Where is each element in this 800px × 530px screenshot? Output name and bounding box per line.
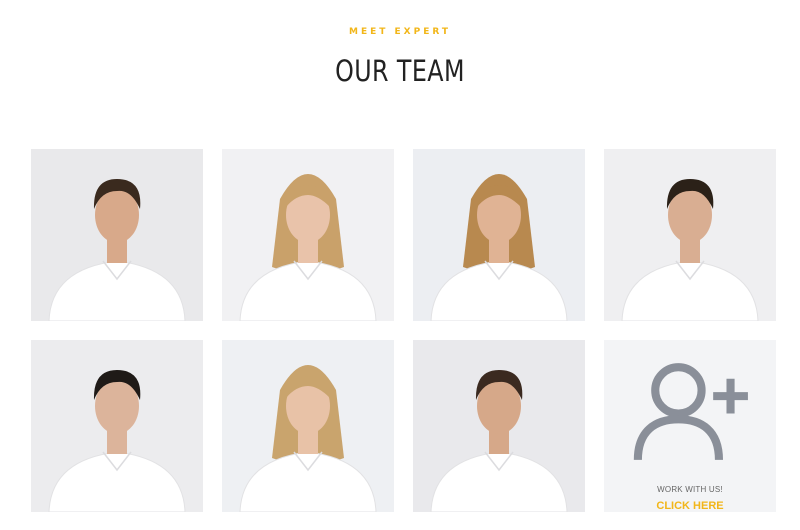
team-member-card-1[interactable]	[31, 149, 203, 321]
blonde-woman-photo	[222, 149, 394, 321]
work-with-us-card[interactable]: WORK WITH US! CLICK HERE	[604, 340, 776, 512]
man-white-shirt-photo	[413, 340, 585, 512]
bearded-man-photo	[31, 149, 203, 321]
pierced-man-photo	[31, 340, 203, 512]
wavy-hair-woman-photo	[413, 149, 585, 321]
click-here-link[interactable]: CLICK HERE	[656, 500, 723, 512]
tattooed-man-photo	[604, 149, 776, 321]
team-member-card-4[interactable]	[604, 149, 776, 321]
team-grid: WORK WITH US! CLICK HERE	[31, 149, 776, 512]
curly-blonde-woman-photo	[222, 340, 394, 512]
team-member-card-3[interactable]	[413, 149, 585, 321]
team-member-card-5[interactable]	[31, 340, 203, 512]
add-user-icon	[633, 363, 748, 461]
team-member-card-6[interactable]	[222, 340, 394, 512]
team-member-card-7[interactable]	[413, 340, 585, 512]
eyebrow-text: MEET EXPERT	[348, 27, 452, 37]
work-with-us-label: WORK WITH US!	[657, 485, 723, 494]
section-title: OUR TEAM	[335, 54, 465, 88]
team-member-card-2[interactable]	[222, 149, 394, 321]
